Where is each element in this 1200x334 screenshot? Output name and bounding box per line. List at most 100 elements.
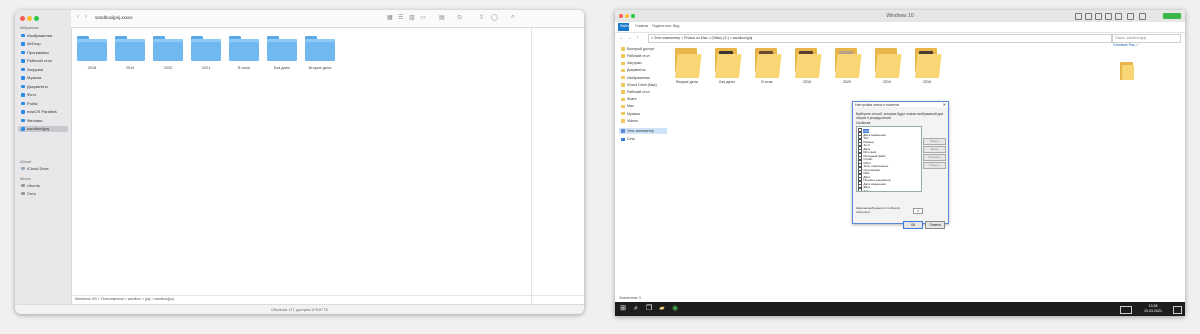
tag-icon[interactable]: ◯ — [491, 14, 498, 21]
forward-icon[interactable]: → — [627, 35, 632, 41]
path-bar-text: Macintosh HD > Пользователи > sandbox > … — [75, 297, 174, 301]
forward-icon[interactable]: › — [85, 14, 87, 20]
sidebar-item-label: Загрузки — [27, 66, 44, 72]
nav-item[interactable]: Сеть — [619, 136, 667, 142]
folder-icon — [21, 101, 25, 105]
nav-item[interactable]: Загрузки — [619, 60, 667, 66]
cancel-button[interactable]: Отмена — [925, 221, 945, 229]
tab-share[interactable]: Поделиться — [652, 24, 671, 28]
sidebar-item[interactable]: sandbox/jpsj — [18, 125, 68, 132]
folder-icon — [621, 104, 625, 109]
sidebar-item[interactable]: AirDrop — [18, 41, 68, 48]
folder-icon — [21, 93, 25, 97]
sidebar-item[interactable]: Фильмы — [18, 117, 68, 124]
nav-item-label: Загрузки — [627, 61, 642, 66]
snapshot-icon[interactable] — [1075, 13, 1082, 20]
sidebar-item-label: macOS Parallels — [27, 109, 57, 115]
file-explorer-icon[interactable]: ▰ — [658, 305, 666, 313]
search-icon[interactable]: ⌕ — [632, 305, 640, 313]
nav-item-label: Share — [627, 97, 637, 102]
audio-icon[interactable] — [1105, 13, 1112, 20]
sidebar-item[interactable]: Документы — [18, 83, 68, 90]
devices-icon[interactable] — [1085, 13, 1092, 20]
nav-item[interactable]: Рабочий стол — [619, 53, 667, 59]
task-view-icon[interactable]: ❐ — [645, 305, 653, 313]
sidebar-item[interactable]: Изображения — [18, 32, 68, 39]
nav-item[interactable]: Музыка — [619, 111, 667, 117]
keyboard-icon[interactable] — [1095, 13, 1102, 20]
usb-icon[interactable] — [1115, 13, 1122, 20]
folder-icon — [21, 127, 25, 131]
display-icon[interactable] — [1127, 13, 1134, 20]
back-icon[interactable]: ‹ — [77, 14, 79, 20]
sidebar-item[interactable]: macOS Parallels — [18, 109, 68, 116]
minimize-window-icon[interactable] — [27, 16, 32, 21]
nav-item[interactable]: iCloud Drive (Mac) — [619, 82, 667, 88]
items-count: Элементов: 9 — [619, 296, 641, 300]
tab-view[interactable]: Вид — [673, 24, 679, 28]
coherence-icon[interactable] — [1139, 13, 1146, 20]
nav-item[interactable]: Документы — [619, 68, 667, 74]
nav-item-label: Этот компьютер — [627, 128, 654, 133]
sidebar-item[interactable]: Программы — [18, 49, 68, 56]
close-window-icon[interactable] — [20, 16, 25, 21]
sidebar-item[interactable]: Фото — [18, 92, 68, 99]
notifications-icon[interactable] — [1173, 306, 1182, 314]
nav-item[interactable]: Videos — [619, 118, 667, 124]
details-caption: Свойства: — [856, 121, 871, 125]
clock-time[interactable]: 13:28 — [1139, 304, 1167, 308]
finder-window: Избранное Изображения AirDrop Программы Раб… — [15, 10, 584, 314]
list-view-icon[interactable]: ☰ — [398, 14, 403, 21]
nav-item[interactable]: Share — [619, 96, 667, 102]
details-list[interactable]: Имя Дата изменения Тип Размер Теги Дата Источн… — [856, 126, 922, 192]
sidebar-item-ubuntu[interactable]: Ubuntu — [18, 182, 68, 189]
folder-label: 2020 — [843, 80, 851, 84]
nav-item[interactable]: Быстрый доступ — [619, 46, 667, 52]
sidebar-item-label: Изображения — [27, 32, 53, 38]
sidebar-item-icloud-drive[interactable]: iCloud Drive — [18, 165, 68, 172]
back-icon[interactable]: ← — [619, 35, 624, 41]
nav-item[interactable]: Этот компьютер — [619, 128, 667, 135]
move-up-button[interactable]: Вверх — [923, 138, 946, 145]
gallery-view-icon[interactable]: ▭ — [420, 14, 426, 21]
sidebar-item[interactable]: Загрузки — [18, 66, 68, 73]
nav-item[interactable]: Рабочий стол — [619, 89, 667, 95]
address-bar[interactable]: > Этот компьютер > Photos on Mac > (\\Ma… — [648, 34, 1112, 43]
nav-item-label: Рабочий стол — [627, 53, 650, 58]
action-icon[interactable]: ⊙ — [457, 14, 462, 21]
share-icon[interactable]: ⇪ — [479, 14, 484, 21]
sidebar-item[interactable]: Музыка — [18, 75, 68, 82]
tray-icons[interactable] — [1120, 306, 1132, 314]
sidebar-item[interactable]: Public — [18, 100, 68, 107]
folder-icon — [21, 50, 25, 54]
nav-item[interactable]: Mac — [619, 104, 667, 110]
path-bar: Macintosh HD > Пользователи > sandbox > … — [71, 295, 584, 304]
tab-home[interactable]: Главная — [635, 24, 648, 28]
up-icon[interactable]: ↑ — [636, 35, 639, 41]
show-button[interactable]: Показать — [923, 154, 946, 161]
nav-item-label: Mac — [627, 104, 634, 109]
zoom-window-icon[interactable] — [34, 16, 39, 21]
clock-date[interactable]: 19.03.2021 — [1139, 309, 1167, 313]
column-width-input[interactable]: 0 — [913, 208, 923, 214]
close-icon[interactable]: ✕ — [943, 102, 946, 107]
hide-button[interactable]: Скрыть — [923, 162, 946, 169]
nav-item[interactable]: Изображения — [619, 75, 667, 81]
move-down-button[interactable]: Вниз — [923, 146, 946, 153]
vm-window: Windows 10 Файл Главная Поделиться Вид ←… — [615, 10, 1185, 316]
sidebar-item-network[interactable]: Сеть — [18, 190, 68, 197]
ok-button[interactable]: ОК — [903, 221, 923, 229]
windows-start-icon[interactable]: ⊞ — [619, 305, 627, 313]
choose-details-dialog: Настройка папок и пакетов ✕ Выберите спо… — [852, 101, 949, 229]
search-input[interactable]: Поиск: sandbox/jpsj — [1112, 34, 1181, 43]
column-view-icon[interactable]: ▥ — [409, 14, 415, 21]
search-icon[interactable]: ⌕ — [511, 14, 514, 21]
power-button[interactable] — [1163, 12, 1181, 19]
tab-file[interactable]: Файл — [620, 24, 629, 28]
chrome-icon[interactable]: ◉ — [671, 305, 679, 313]
icon-view-icon[interactable]: ▦ — [387, 14, 393, 21]
checkbox[interactable] — [858, 187, 863, 191]
detail-option[interactable]: Тип — [858, 187, 868, 191]
sidebar-item[interactable]: Рабочий стол — [18, 58, 68, 65]
group-icon[interactable]: ▤ — [439, 14, 445, 21]
